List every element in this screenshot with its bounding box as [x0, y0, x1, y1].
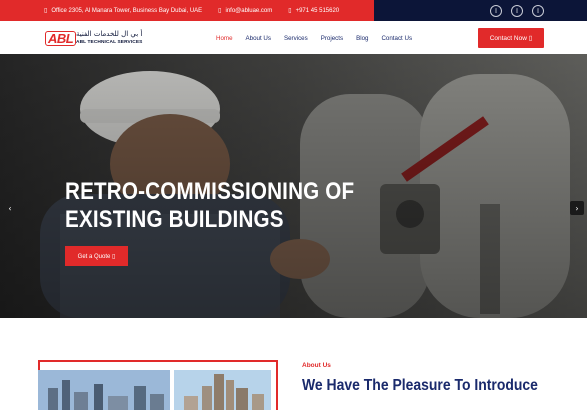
logo-arabic-text: أ بي ال للخدمات الفنية: [76, 30, 143, 38]
about-image-skyline: [174, 370, 271, 410]
nav-about-us[interactable]: About Us: [246, 35, 271, 42]
site-logo[interactable]: ABL أ بي ال للخدمات الفنية ABL TECHNICAL…: [45, 30, 145, 50]
logo-mark: ABL: [45, 31, 77, 46]
about-image-city: [38, 370, 170, 410]
about-us-label: About Us: [302, 362, 331, 369]
nav-services[interactable]: Services: [284, 35, 308, 42]
hero-title-line2: EXISTING BUILDINGS: [65, 206, 284, 233]
nav-projects[interactable]: Projects: [321, 35, 343, 42]
contact-now-button[interactable]: Contact Now ▯: [478, 28, 544, 48]
address-text: Office 2305, Al Manara Tower, Business B…: [51, 7, 203, 14]
nav-home[interactable]: Home: [216, 35, 233, 42]
nav-blog[interactable]: Blog: [356, 35, 368, 42]
social-strip: ▯ ▯ ▯: [374, 0, 587, 21]
contact-info-strip: ▯ Office 2305, Al Manara Tower, Business…: [0, 0, 374, 21]
get-a-quote-button[interactable]: Get a Quote ▯: [65, 246, 128, 266]
email-text[interactable]: info@abluae.com: [225, 8, 272, 14]
chevron-left-icon[interactable]: ‹: [3, 201, 17, 215]
address-item: ▯ Office 2305, Al Manara Tower, Business…: [44, 7, 203, 15]
hero-slider: ‹ › RETRO-COMMISSIONING OF EXISTING BUIL…: [0, 54, 587, 318]
chevron-right-icon[interactable]: ›: [570, 201, 584, 215]
facebook-icon[interactable]: ▯: [490, 4, 502, 17]
phone-text[interactable]: +971 45 515620: [296, 8, 340, 14]
phone-icon: ▯: [288, 8, 292, 14]
top-info-bar: ▯ Office 2305, Al Manara Tower, Business…: [0, 0, 587, 21]
envelope-icon: ▯: [218, 8, 222, 14]
phone-item[interactable]: ▯ +971 45 515620: [288, 7, 340, 15]
email-item[interactable]: ▯ info@abluae.com: [218, 7, 272, 15]
linkedin-icon[interactable]: ▯: [511, 4, 523, 17]
logo-english-text: ABL TECHNICAL SERVICES: [76, 40, 143, 45]
hero-title-line1: RETRO-COMMISSIONING OF: [65, 178, 355, 205]
about-heading: We Have The Pleasure To Introduce: [302, 377, 538, 394]
map-pin-icon: ▯: [44, 8, 48, 14]
instagram-icon[interactable]: ▯: [532, 4, 544, 17]
hero-title: RETRO-COMMISSIONING OF EXISTING BUILDING…: [65, 178, 354, 234]
main-nav: Home About Us Services Projects Blog Con…: [216, 35, 412, 42]
nav-contact-us[interactable]: Contact Us: [381, 35, 412, 42]
